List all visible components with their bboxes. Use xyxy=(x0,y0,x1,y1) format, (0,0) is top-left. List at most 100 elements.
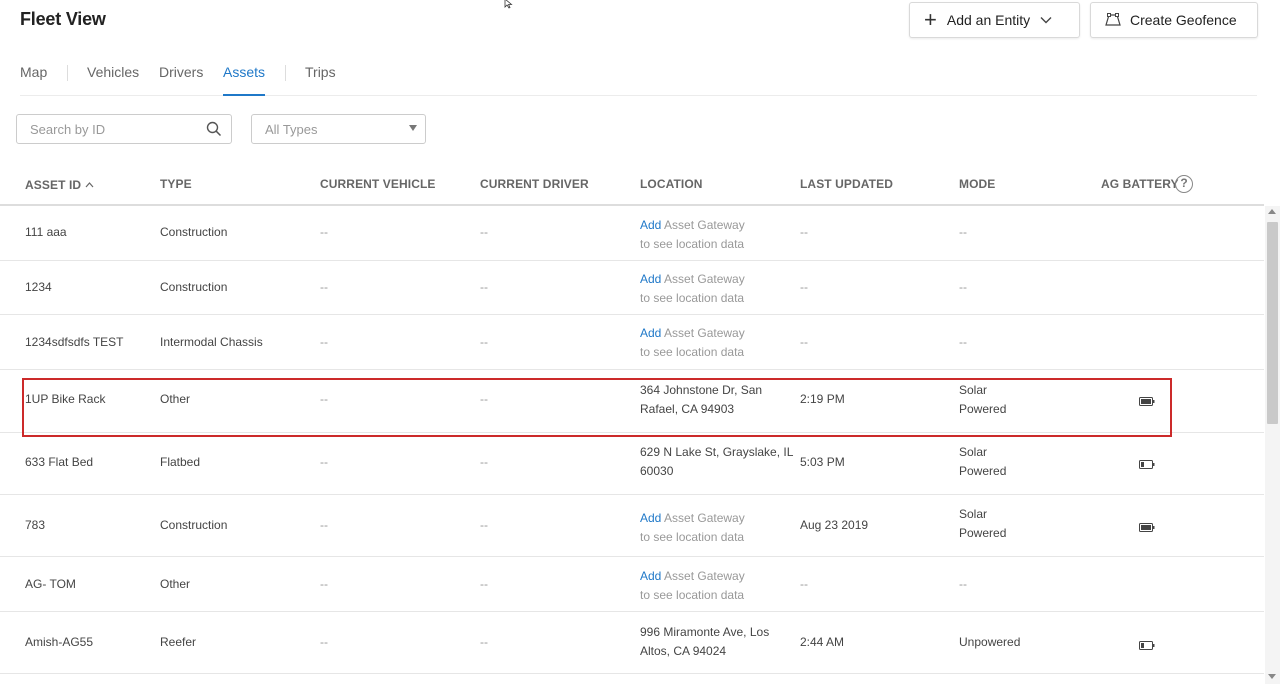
search-input[interactable]: Search by ID xyxy=(16,114,232,144)
mode-cell: -- xyxy=(959,335,967,349)
page-title: Fleet View xyxy=(20,9,106,29)
vehicle-cell: -- xyxy=(320,392,328,406)
last-updated-cell: -- xyxy=(800,280,808,294)
mode-cell: Unpowered xyxy=(959,635,1021,649)
create-geofence-label: Create Geofence xyxy=(1130,12,1237,28)
type-filter-value: All Types xyxy=(265,121,318,137)
table-row[interactable]: AG- TOM Other -- -- Add Asset Gateway to… xyxy=(0,557,1264,612)
column-header-mode[interactable]: MODE xyxy=(959,177,995,191)
asset-id-cell: 1UP Bike Rack xyxy=(25,392,106,406)
tab-divider xyxy=(285,65,286,81)
full-battery-icon xyxy=(1139,395,1155,409)
location-cell: Add Asset Gateway to see location data xyxy=(640,569,745,602)
table-header: ASSET ID TYPE CURRENT VEHICLE CURRENT DR… xyxy=(0,164,1264,206)
vehicle-cell: -- xyxy=(320,455,328,469)
asset-id-cell: AG- TOM xyxy=(25,577,76,591)
geofence-icon xyxy=(1105,13,1121,27)
search-placeholder: Search by ID xyxy=(30,121,106,137)
type-cell: Intermodal Chassis xyxy=(160,335,263,349)
last-updated-cell: Aug 23 2019 xyxy=(800,518,869,532)
search-icon[interactable] xyxy=(206,121,222,140)
driver-cell: -- xyxy=(480,635,488,649)
add-gateway-link[interactable]: Add xyxy=(640,218,661,232)
mode-cell: -- xyxy=(959,225,967,239)
scroll-down-arrow-icon[interactable] xyxy=(1268,674,1276,679)
type-cell: Construction xyxy=(160,225,228,239)
driver-cell: -- xyxy=(480,455,488,469)
location-cell: Add Asset Gateway to see location data xyxy=(640,218,745,251)
vehicle-cell: -- xyxy=(320,335,328,349)
tab-drivers[interactable]: Drivers xyxy=(159,64,203,96)
location-cell: Add Asset Gateway to see location data xyxy=(640,272,745,305)
tab-divider xyxy=(67,65,68,81)
dropdown-caret-icon xyxy=(409,125,417,131)
last-updated-cell: -- xyxy=(800,577,808,591)
add-entity-label: Add an Entity xyxy=(946,12,1031,28)
tab-assets[interactable]: Assets xyxy=(223,64,266,96)
tab-bar: Map Vehicles Drivers Assets Trips xyxy=(20,58,1257,96)
driver-cell: -- xyxy=(480,518,488,532)
type-cell: Reefer xyxy=(160,635,197,649)
type-cell: Construction xyxy=(160,280,228,294)
tab-trips[interactable]: Trips xyxy=(305,64,336,96)
table-row[interactable]: Amish-AG55 Reefer -- -- 996 Miramonte Av… xyxy=(0,612,1264,674)
table-row[interactable]: 1234 Construction -- -- Add Asset Gatewa… xyxy=(0,261,1264,315)
low-battery-icon xyxy=(1139,639,1155,653)
create-geofence-button[interactable]: Create Geofence xyxy=(1090,2,1258,38)
table-row[interactable]: 111 aaa Construction -- -- Add Asset Gat… xyxy=(0,206,1264,261)
column-header-ag-battery[interactable]: AG BATTERY xyxy=(1101,177,1179,191)
type-cell: Construction xyxy=(160,518,228,532)
column-header-location[interactable]: LOCATION xyxy=(640,177,703,191)
table-row[interactable]: 783 Construction -- -- Add Asset Gateway… xyxy=(0,495,1264,557)
type-cell: Flatbed xyxy=(160,455,201,469)
asset-id-cell: 783 xyxy=(25,518,46,532)
driver-cell: -- xyxy=(480,335,488,349)
location-cell: Add Asset Gateway to see location data xyxy=(640,326,745,359)
add-entity-button[interactable]: + Add an Entity xyxy=(909,2,1080,38)
tab-vehicles[interactable]: Vehicles xyxy=(87,64,139,96)
asset-id-cell: 633 Flat Bed xyxy=(25,455,94,469)
add-gateway-link[interactable]: Add xyxy=(640,569,661,583)
mode-cell: Solar Powered xyxy=(959,445,1007,478)
location-cell: Add Asset Gateway to see location data xyxy=(640,511,745,544)
mouse-cursor-icon xyxy=(504,0,514,14)
last-updated-cell: -- xyxy=(800,225,808,239)
last-updated-cell: -- xyxy=(800,335,808,349)
column-header-asset-id[interactable]: ASSET ID xyxy=(25,177,94,192)
vehicle-cell: -- xyxy=(320,577,328,591)
location-cell: 996 Miramonte Ave, Los Altos, CA 94024 xyxy=(640,625,770,658)
chevron-down-icon xyxy=(1040,16,1052,24)
vehicle-cell: -- xyxy=(320,635,328,649)
last-updated-cell: 5:03 PM xyxy=(800,455,845,469)
scrollbar-thumb[interactable] xyxy=(1267,222,1278,424)
vehicle-cell: -- xyxy=(320,225,328,239)
table-row[interactable]: 1234sdfsdfs TEST Intermodal Chassis -- -… xyxy=(0,315,1264,370)
tab-map[interactable]: Map xyxy=(20,64,47,96)
asset-id-cell: 111 aaa xyxy=(25,225,67,239)
driver-cell: -- xyxy=(480,577,488,591)
full-battery-icon xyxy=(1139,521,1155,535)
help-icon[interactable]: ? xyxy=(1175,175,1193,193)
type-filter-select[interactable]: All Types xyxy=(251,114,426,144)
vehicle-cell: -- xyxy=(320,280,328,294)
column-header-current-driver[interactable]: CURRENT DRIVER xyxy=(480,177,589,191)
location-cell: 364 Johnstone Dr, San Rafael, CA 94903 xyxy=(640,383,763,416)
column-header-type[interactable]: TYPE xyxy=(160,177,192,191)
column-header-current-vehicle[interactable]: CURRENT VEHICLE xyxy=(320,177,436,191)
plus-icon: + xyxy=(924,7,937,32)
mode-cell: Solar Powered xyxy=(959,383,1007,416)
add-gateway-link[interactable]: Add xyxy=(640,511,661,525)
table-row[interactable]: 1UP Bike Rack Other -- -- 364 Johnstone … xyxy=(0,370,1264,433)
last-updated-cell: 2:19 PM xyxy=(800,392,845,406)
asset-id-cell: 1234sdfsdfs TEST xyxy=(25,335,124,349)
table-row[interactable]: 633 Flat Bed Flatbed -- -- 629 N Lake St… xyxy=(0,433,1264,495)
driver-cell: -- xyxy=(480,280,488,294)
last-updated-cell: 2:44 AM xyxy=(800,635,845,649)
add-gateway-link[interactable]: Add xyxy=(640,272,661,286)
column-header-last-updated[interactable]: LAST UPDATED xyxy=(800,177,893,191)
location-cell: 629 N Lake St, Grayslake, IL 60030 xyxy=(640,445,794,478)
mode-cell: -- xyxy=(959,280,967,294)
vehicle-cell: -- xyxy=(320,518,328,532)
scroll-up-arrow-icon[interactable] xyxy=(1268,209,1276,214)
add-gateway-link[interactable]: Add xyxy=(640,326,661,340)
